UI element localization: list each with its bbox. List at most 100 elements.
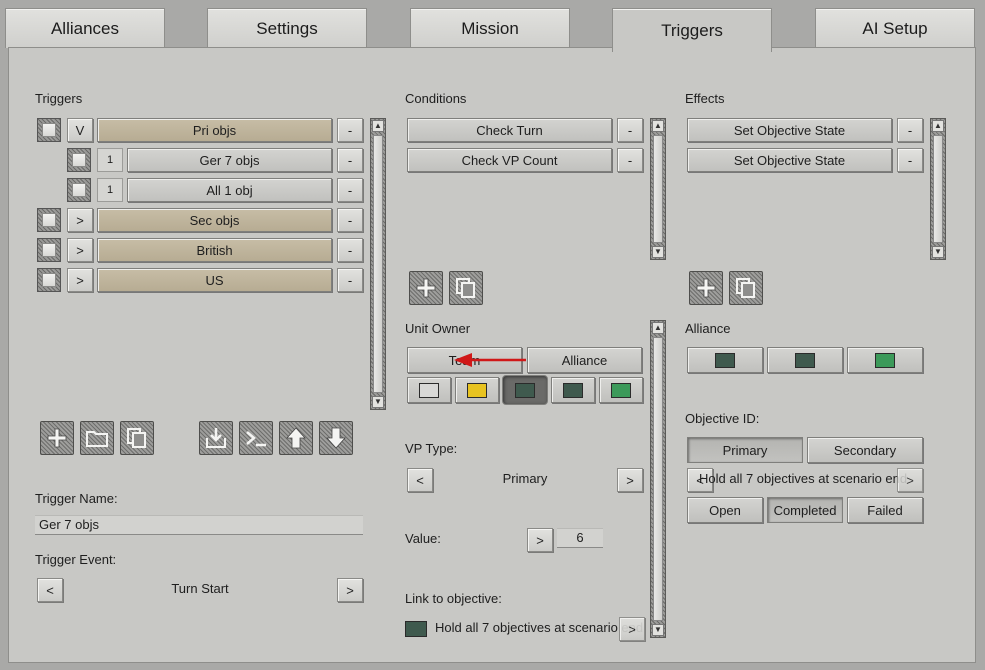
scroll-down-icon[interactable]: ▼ (932, 246, 944, 258)
add-trigger-button[interactable] (40, 421, 74, 455)
arrow-down-icon (326, 427, 346, 449)
effects-scrollbar[interactable]: ▲ ▼ (930, 118, 946, 260)
conditions-scrollbar[interactable]: ▲ ▼ (650, 118, 666, 260)
scroll-up-icon[interactable]: ▲ (652, 322, 664, 334)
scroll-up-icon[interactable]: ▲ (372, 120, 384, 132)
add-effect-button[interactable] (689, 271, 723, 305)
objective-next-button[interactable]: > (897, 468, 923, 492)
copy-effect-button[interactable] (729, 271, 763, 305)
triggers-heading: Triggers (35, 91, 83, 106)
trigger-remove-button[interactable]: - (337, 148, 363, 172)
trigger-row-pri-objs[interactable]: Pri objs (97, 118, 332, 142)
scroll-up-icon[interactable]: ▲ (652, 120, 664, 132)
import-trigger-button[interactable] (199, 421, 233, 455)
primary-objective-button[interactable]: Primary (687, 437, 803, 463)
color-swatch (795, 352, 815, 368)
trigger-expand-toggle[interactable]: > (67, 268, 93, 292)
trigger-remove-button[interactable]: - (337, 208, 363, 232)
copy-trigger-button[interactable] (120, 421, 154, 455)
secondary-objective-button[interactable]: Secondary (807, 437, 923, 463)
trigger-count: 1 (97, 148, 123, 172)
trigger-checkbox[interactable] (37, 118, 61, 142)
trigger-checkbox[interactable] (37, 268, 61, 292)
trigger-checkbox[interactable] (37, 208, 61, 232)
trigger-expand-toggle[interactable]: > (67, 208, 93, 232)
value-increment-button[interactable]: > (527, 528, 553, 552)
trigger-event-next-button[interactable]: > (337, 578, 363, 602)
alliance-color-3[interactable] (847, 347, 923, 373)
move-up-button[interactable] (279, 421, 313, 455)
trigger-expand-toggle[interactable]: > (67, 238, 93, 262)
move-down-button[interactable] (319, 421, 353, 455)
trigger-checkbox[interactable] (67, 178, 91, 202)
value-label: Value: (405, 531, 441, 546)
scroll-down-icon[interactable]: ▼ (652, 246, 664, 258)
trigger-row-all-1-obj[interactable]: All 1 obj (127, 178, 332, 202)
link-objective-value: Hold all 7 objectives at scenario end (435, 620, 644, 635)
alliance-color-1[interactable] (687, 347, 763, 373)
color-swatch (875, 352, 895, 368)
add-condition-button[interactable] (409, 271, 443, 305)
effect-remove-button[interactable]: - (897, 148, 923, 172)
owner-color-dark-green[interactable] (502, 375, 548, 405)
effect-row-set-objective-state[interactable]: Set Objective State (687, 148, 892, 172)
owner-color-yellow[interactable] (455, 377, 499, 403)
terminal-icon (246, 431, 266, 447)
condition-row-check-vp-count[interactable]: Check VP Count (407, 148, 612, 172)
trigger-checkbox[interactable] (67, 148, 91, 172)
scroll-thumb[interactable] (653, 337, 663, 621)
panel-content: Triggers V Pri objs - 1 Ger 7 objs - 1 A… (0, 0, 985, 670)
trigger-name-input[interactable]: Ger 7 objs (35, 515, 363, 535)
owner-color-white[interactable] (407, 377, 451, 403)
trigger-event-value: Turn Start (171, 581, 229, 596)
trigger-row-ger-7-objs[interactable]: Ger 7 objs (127, 148, 332, 172)
trigger-remove-button[interactable]: - (337, 118, 363, 142)
trigger-row-sec-objs[interactable]: Sec objs (97, 208, 332, 232)
copy-condition-button[interactable] (449, 271, 483, 305)
scroll-thumb[interactable] (373, 135, 383, 393)
scroll-up-icon[interactable]: ▲ (932, 120, 944, 132)
trigger-checkbox[interactable] (37, 238, 61, 262)
owner-color-slate-green[interactable] (551, 377, 595, 403)
trigger-remove-button[interactable]: - (337, 238, 363, 262)
trigger-remove-button[interactable]: - (337, 268, 363, 292)
import-icon (206, 428, 226, 448)
color-swatch (515, 382, 535, 398)
scroll-thumb[interactable] (653, 135, 663, 243)
scroll-down-icon[interactable]: ▼ (372, 396, 384, 408)
trigger-row-british[interactable]: British (97, 238, 332, 262)
scroll-down-icon[interactable]: ▼ (652, 624, 664, 636)
scroll-thumb[interactable] (933, 135, 943, 243)
owner-color-green[interactable] (599, 377, 643, 403)
condition-remove-button[interactable]: - (617, 148, 643, 172)
console-button[interactable] (239, 421, 273, 455)
effects-heading: Effects (685, 91, 725, 106)
color-swatch (715, 352, 735, 368)
effect-row-set-objective-state[interactable]: Set Objective State (687, 118, 892, 142)
triggers-scrollbar[interactable]: ▲ ▼ (370, 118, 386, 410)
objective-state-open[interactable]: Open (687, 497, 763, 523)
effect-remove-button[interactable]: - (897, 118, 923, 142)
condition-params-scrollbar[interactable]: ▲ ▼ (650, 320, 666, 638)
objective-state-failed[interactable]: Failed (847, 497, 923, 523)
alliance-color-2[interactable] (767, 347, 843, 373)
trigger-expand-toggle[interactable]: V (67, 118, 93, 142)
link-objective-next-button[interactable]: > (619, 617, 645, 641)
conditions-heading: Conditions (405, 91, 467, 106)
condition-remove-button[interactable]: - (617, 118, 643, 142)
vp-type-prev-button[interactable]: < (407, 468, 433, 492)
unit-owner-label: Unit Owner (405, 321, 471, 336)
color-swatch (563, 382, 583, 398)
add-folder-button[interactable] (80, 421, 114, 455)
vp-type-label: VP Type: (405, 441, 458, 456)
trigger-remove-button[interactable]: - (337, 178, 363, 202)
objective-state-completed[interactable]: Completed (767, 497, 843, 523)
value-input[interactable]: 6 (557, 528, 603, 548)
trigger-row-us[interactable]: US (97, 268, 332, 292)
condition-row-check-turn[interactable]: Check Turn (407, 118, 612, 142)
plus-icon (416, 278, 436, 298)
vp-type-next-button[interactable]: > (617, 468, 643, 492)
link-objective-label: Link to objective: (405, 591, 502, 606)
trigger-event-prev-button[interactable]: < (37, 578, 63, 602)
alliance-button[interactable]: Alliance (527, 347, 642, 373)
